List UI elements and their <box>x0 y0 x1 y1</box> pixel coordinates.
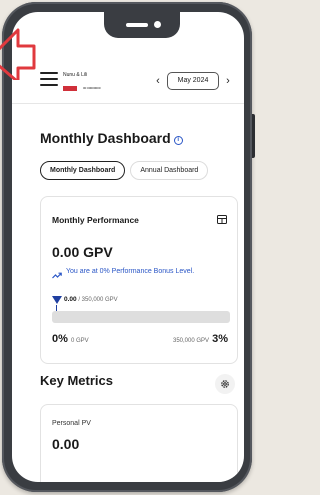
scale-left: 0% 0 GPV <box>52 333 89 345</box>
chevron-left-icon[interactable]: ‹ <box>152 75 164 87</box>
phone-frame: Nunu & Lili 00 00000000 ‹ May 2024 › Mon… <box>2 2 255 492</box>
scale-left-pct: 0% <box>52 333 68 345</box>
account-name: Nunu & Lili <box>63 72 88 78</box>
hamburger-icon[interactable] <box>40 72 58 86</box>
monthly-performance-card: Monthly Performance 0.00 GPV You are at … <box>40 196 238 364</box>
page-title-text: Monthly Dashboard <box>40 130 171 146</box>
scale-right: 350,000 GPV 3% <box>173 333 228 345</box>
phone-screen: Nunu & Lili 00 00000000 ‹ May 2024 › Mon… <box>12 12 244 482</box>
progress-current: 0.00 <box>64 296 77 303</box>
pointer-arrow-icon <box>0 28 36 80</box>
tab-annual-dashboard[interactable]: Annual Dashboard <box>130 161 209 180</box>
app-header: Nunu & Lili 00 00000000 ‹ May 2024 › <box>12 52 244 104</box>
dashboard-tabs: Monthly Dashboard Annual Dashboard <box>40 161 213 180</box>
progress-bar <box>52 311 230 323</box>
metric-value: 0.00 <box>52 436 80 452</box>
page-title: Monthly Dashboard i <box>40 130 183 146</box>
table-icon[interactable] <box>217 215 227 224</box>
chevron-right-icon[interactable]: › <box>222 75 234 87</box>
card-title: Monthly Performance <box>52 215 139 225</box>
scale-right-pct: 3% <box>212 333 228 345</box>
side-button <box>252 114 255 158</box>
progress-text: 0.00 / 350,000 GPV <box>64 296 118 303</box>
progress-target: / 350,000 GPV <box>78 297 118 303</box>
gear-icon <box>221 380 229 388</box>
phone-notch <box>104 12 180 38</box>
progress-marker-icon <box>52 296 62 304</box>
scale-left-unit: 0 GPV <box>70 338 89 344</box>
metric-card-personal-pv: Personal PV 0.00 <box>40 404 238 482</box>
month-picker[interactable]: May 2024 <box>167 72 219 90</box>
scale-right-unit: 350,000 GPV <box>173 338 210 344</box>
metric-label: Personal PV <box>52 420 91 427</box>
account-flag <box>63 86 77 92</box>
camera-icon <box>154 21 161 28</box>
trend-icon <box>52 272 62 279</box>
gpv-value: 0.00 GPV <box>52 244 113 260</box>
account-info: Nunu & Lili 00 00000000 <box>63 72 101 96</box>
account-id: 00 00000000 <box>83 86 101 91</box>
speaker-icon <box>126 23 148 27</box>
settings-button[interactable] <box>215 374 235 394</box>
info-icon[interactable]: i <box>173 136 183 145</box>
month-selector: ‹ May 2024 › <box>152 72 234 90</box>
key-metrics-title: Key Metrics <box>40 373 113 388</box>
bonus-level-text: You are at 0% Performance Bonus Level. <box>66 268 195 275</box>
tab-monthly-dashboard[interactable]: Monthly Dashboard <box>40 161 126 180</box>
